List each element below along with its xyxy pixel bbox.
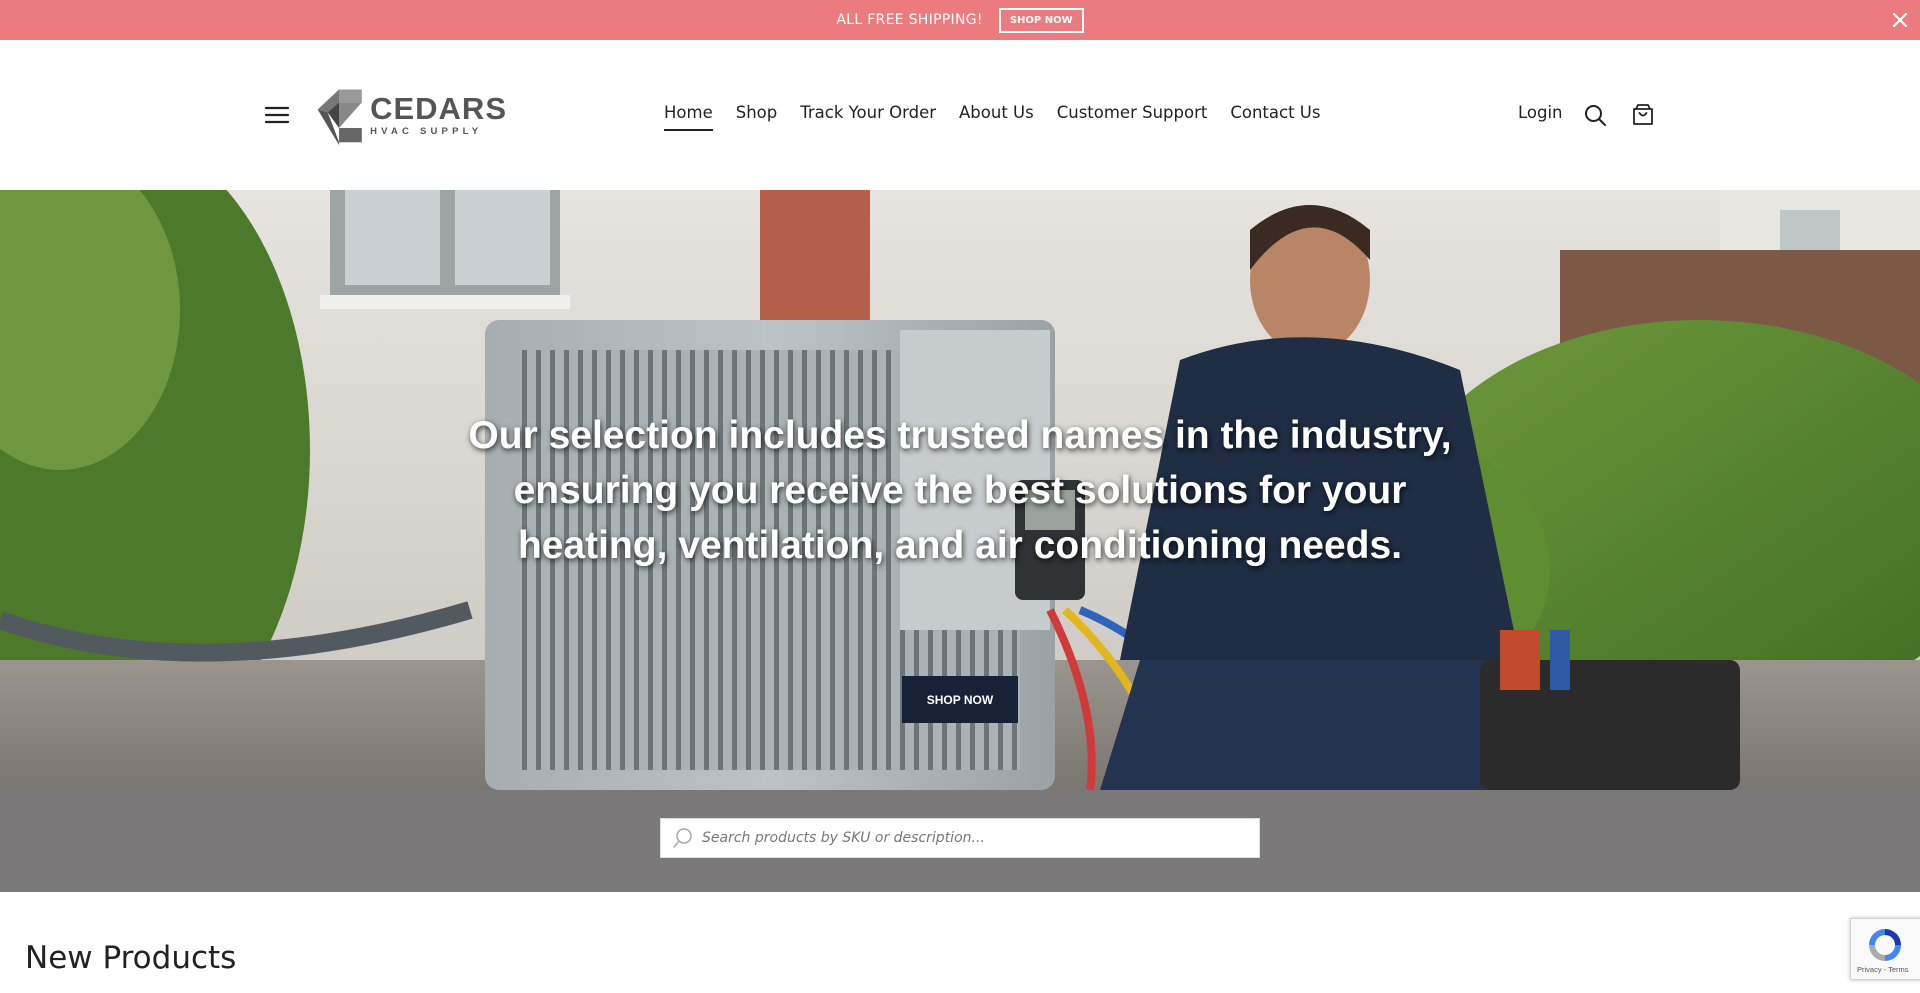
close-icon[interactable]	[1888, 8, 1912, 32]
product-search-box[interactable]	[660, 818, 1260, 858]
search-icon[interactable]	[1583, 103, 1607, 127]
shopping-bag-icon[interactable]	[1631, 102, 1655, 127]
hero-banner: Our selection includes trusted names in …	[0, 190, 1920, 790]
recaptcha-badge[interactable]: Privacy - Terms	[1850, 918, 1920, 980]
nav-item-about-us[interactable]: About Us	[959, 103, 1034, 131]
hero-heading: Our selection includes trusted names in …	[468, 414, 1452, 567]
nav-item-shop[interactable]: Shop	[736, 103, 778, 131]
login-link[interactable]: Login	[1518, 103, 1563, 122]
logo-title: CEDARS	[370, 91, 507, 126]
new-products-heading: New Products	[25, 940, 237, 976]
site-logo[interactable]: CEDARS HVAC SUPPLY	[312, 73, 507, 158]
main-navigation: Home Shop Track Your Order About Us Cust…	[664, 103, 1343, 131]
nav-item-home[interactable]: Home	[664, 103, 713, 131]
hamburger-menu-icon[interactable]	[264, 104, 290, 126]
product-search-band	[0, 790, 1920, 892]
hero-shop-now-button[interactable]: SHOP NOW	[902, 676, 1018, 723]
recaptcha-icon	[1869, 929, 1901, 961]
announcement-text: ALL FREE SHIPPING!	[836, 12, 983, 28]
search-icon	[673, 828, 692, 848]
announcement-bar: ALL FREE SHIPPING! SHOP NOW	[0, 0, 1920, 40]
announcement-shop-now-button[interactable]: SHOP NOW	[998, 7, 1084, 33]
nav-item-track-your-order[interactable]: Track Your Order	[800, 103, 936, 131]
logo-subtitle: HVAC SUPPLY	[370, 126, 483, 137]
nav-item-customer-support[interactable]: Customer Support	[1057, 103, 1208, 131]
logo-mark-icon	[317, 89, 362, 146]
nav-item-contact-us[interactable]: Contact Us	[1230, 103, 1320, 131]
site-header: CEDARS HVAC SUPPLY Home Shop Track Your …	[0, 40, 1920, 190]
product-search-input[interactable]	[702, 830, 1242, 846]
recaptcha-privacy-terms[interactable]: Privacy - Terms	[1857, 965, 1909, 974]
